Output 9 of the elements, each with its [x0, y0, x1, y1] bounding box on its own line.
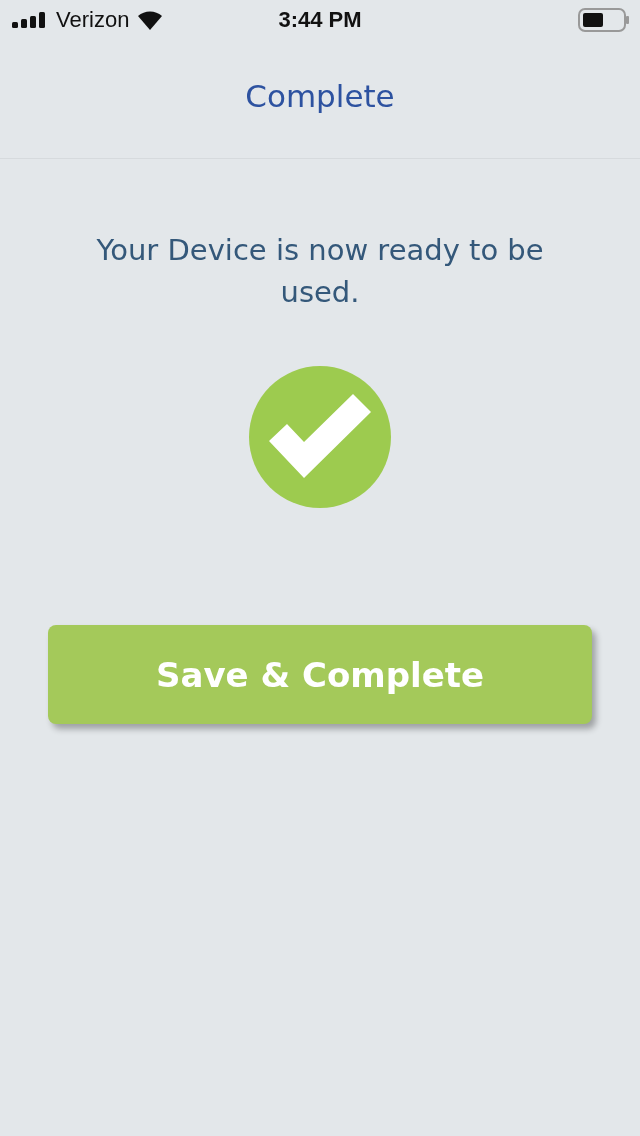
- save-complete-button[interactable]: Save & Complete: [48, 625, 592, 724]
- clock-time: 3:44 PM: [278, 7, 362, 33]
- ready-message: Your Device is now ready to be used.: [95, 232, 545, 311]
- checkmark-icon: [249, 366, 391, 508]
- signal-icon: [12, 12, 48, 28]
- screen-title: Complete: [245, 78, 395, 114]
- carrier-name: Verizon: [56, 7, 130, 33]
- battery-icon: [578, 8, 630, 32]
- wifi-icon: [137, 10, 164, 30]
